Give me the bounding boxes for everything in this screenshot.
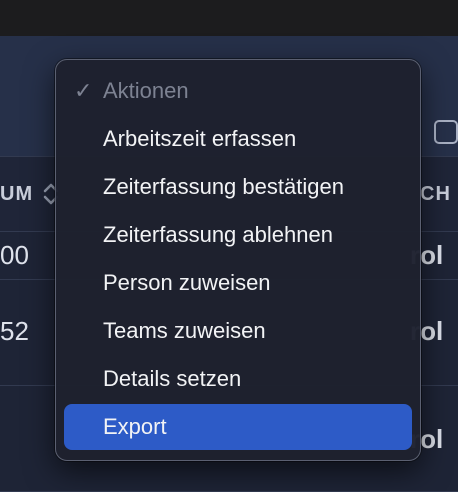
menu-header-label: Aktionen (103, 78, 189, 103)
select-all-checkbox[interactable] (434, 120, 458, 144)
menu-header-aktionen: ✓ Aktionen (64, 68, 412, 114)
menu-item-label: Details setzen (103, 366, 242, 391)
menu-item-label: Export (103, 414, 167, 439)
menu-item-label: Arbeitszeit erfassen (103, 126, 297, 151)
column-header-date[interactable]: UM (0, 183, 33, 206)
column-header-right[interactable]: CH (420, 183, 451, 206)
table-cell: 00 (0, 240, 29, 270)
checkmark-icon: ✓ (74, 78, 93, 103)
menu-item-zeiterfassung-bestaetigen[interactable]: Zeiterfassung bestätigen (64, 164, 412, 210)
menu-item-person-zuweisen[interactable]: Person zuweisen (64, 260, 412, 306)
menu-item-teams-zuweisen[interactable]: Teams zuweisen (64, 308, 412, 354)
menu-item-label: Teams zuweisen (103, 318, 266, 343)
menu-item-zeiterfassung-ablehnen[interactable]: Zeiterfassung ablehnen (64, 212, 412, 258)
actions-dropdown-menu: ✓ Aktionen Arbeitszeit erfassen Zeiterfa… (55, 59, 421, 461)
window-titlebar (0, 0, 458, 36)
menu-item-export[interactable]: Export (64, 404, 412, 450)
menu-item-label: Person zuweisen (103, 270, 271, 295)
menu-item-label: Zeiterfassung bestätigen (103, 174, 344, 199)
menu-item-arbeitszeit-erfassen[interactable]: Arbeitszeit erfassen (64, 116, 412, 162)
menu-item-label: Zeiterfassung ablehnen (103, 222, 333, 247)
table-cell: 52 (0, 316, 29, 346)
menu-item-details-setzen[interactable]: Details setzen (64, 356, 412, 402)
